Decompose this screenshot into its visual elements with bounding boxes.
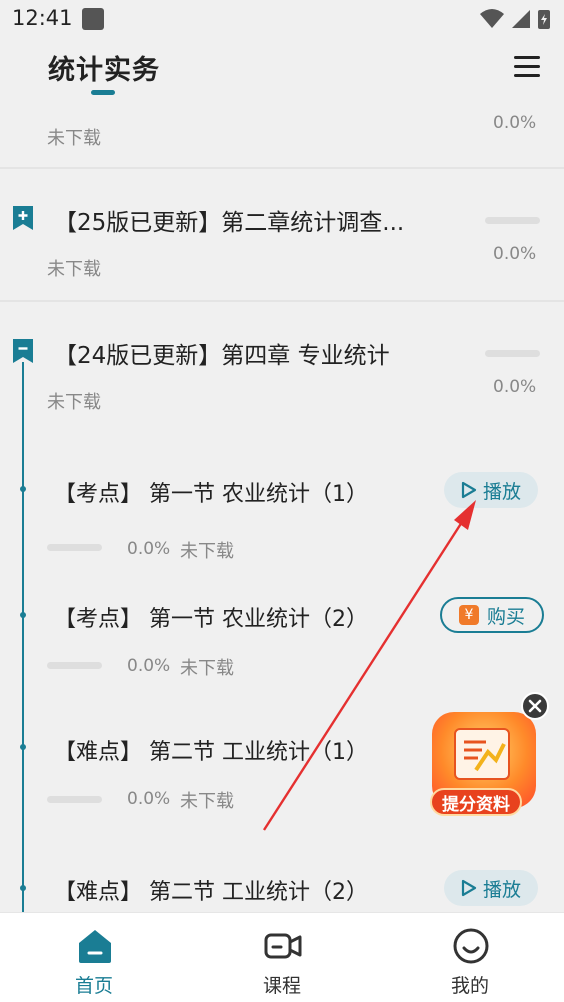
lesson-title[interactable]: 【考点】 第一节 农业统计（1） <box>54 476 368 508</box>
download-status: 未下载 <box>47 259 101 280</box>
progress-percent: 0.0% <box>493 244 537 264</box>
signal-icon <box>512 10 530 28</box>
bookmark-plus-icon <box>13 206 33 230</box>
play-icon <box>461 879 477 897</box>
play-label: 播放 <box>482 878 521 901</box>
chapter-title: 【25版已更新】第二章统计调查... <box>54 210 405 236</box>
progress-percent: 0.0% <box>127 789 171 809</box>
menu-button[interactable] <box>514 54 542 80</box>
header: 统计实务 <box>0 38 564 104</box>
timeline-dot <box>20 744 26 750</box>
page-title: 统计实务 <box>48 55 160 86</box>
promo-badge[interactable]: 提分资料 <box>428 690 550 820</box>
progress-percent: 0.0% <box>493 377 537 397</box>
buy-label: 购买 <box>486 605 525 628</box>
promo-label-pill: 提分资料 <box>430 788 522 816</box>
bottom-tab-bar: 首页 课程 我的 <box>0 912 564 1002</box>
download-status: 未下载 <box>180 791 234 812</box>
download-status: 未下载 <box>47 128 101 149</box>
chapter-item-expanded[interactable]: 【24版已更新】第四章 专业统计 未下载 0.0% <box>0 302 564 432</box>
download-status: 未下载 <box>180 658 234 679</box>
buy-button[interactable]: ¥ 购买 <box>440 597 544 633</box>
progress-percent: 0.0% <box>493 113 537 133</box>
wifi-icon <box>480 9 504 28</box>
chapter-item[interactable]: 未下载 0.0% <box>0 104 564 168</box>
tab-courses[interactable]: 课程 <box>222 913 342 1002</box>
progress-percent: 0.0% <box>127 656 171 676</box>
progress-bar <box>47 544 102 551</box>
yen-icon: ¥ <box>458 605 479 625</box>
status-bar: 12:41 <box>0 0 564 38</box>
tab-profile[interactable]: 我的 <box>410 913 530 1002</box>
tab-label: 我的 <box>450 975 489 997</box>
notification-app-icon <box>82 8 104 30</box>
promo-label: 提分资料 <box>442 794 510 815</box>
timeline-dot <box>20 612 26 618</box>
download-status: 未下载 <box>180 541 234 562</box>
lesson-title[interactable]: 【难点】 第二节 工业统计（1） <box>54 734 368 766</box>
video-camera-icon <box>264 933 302 959</box>
chapter-item[interactable]: 【25版已更新】第二章统计调查... 未下载 0.0% <box>0 169 564 301</box>
play-button[interactable]: 播放 <box>444 870 538 906</box>
lesson-title[interactable]: 【考点】 第一节 农业统计（2） <box>54 601 368 633</box>
progress-bar <box>485 350 540 357</box>
lesson-title[interactable]: 【难点】 第二节 工业统计（2） <box>54 874 368 906</box>
play-button[interactable]: 播放 <box>444 472 538 508</box>
title-underline <box>91 90 115 95</box>
timeline-dot <box>20 885 26 891</box>
status-icons <box>480 9 550 29</box>
smile-face-icon <box>453 928 489 964</box>
chapter-title: 【24版已更新】第四章 专业统计 <box>54 343 390 369</box>
progress-bar <box>47 662 102 669</box>
timeline-line <box>22 362 24 922</box>
menu-icon <box>514 56 540 59</box>
progress-bar <box>485 217 540 224</box>
play-label: 播放 <box>482 480 521 503</box>
download-status: 未下载 <box>47 392 101 413</box>
status-time: 12:41 <box>12 6 73 30</box>
play-icon <box>461 481 477 499</box>
home-icon <box>79 930 111 963</box>
close-icon[interactable] <box>521 692 549 720</box>
bookmark-minus-icon <box>13 339 33 363</box>
tab-label: 首页 <box>74 975 113 997</box>
tab-label: 课程 <box>262 975 301 997</box>
progress-bar <box>47 796 102 803</box>
document-icon <box>454 728 510 780</box>
progress-percent: 0.0% <box>127 539 171 559</box>
tab-home[interactable]: 首页 <box>34 913 154 1002</box>
timeline-dot <box>20 486 26 492</box>
